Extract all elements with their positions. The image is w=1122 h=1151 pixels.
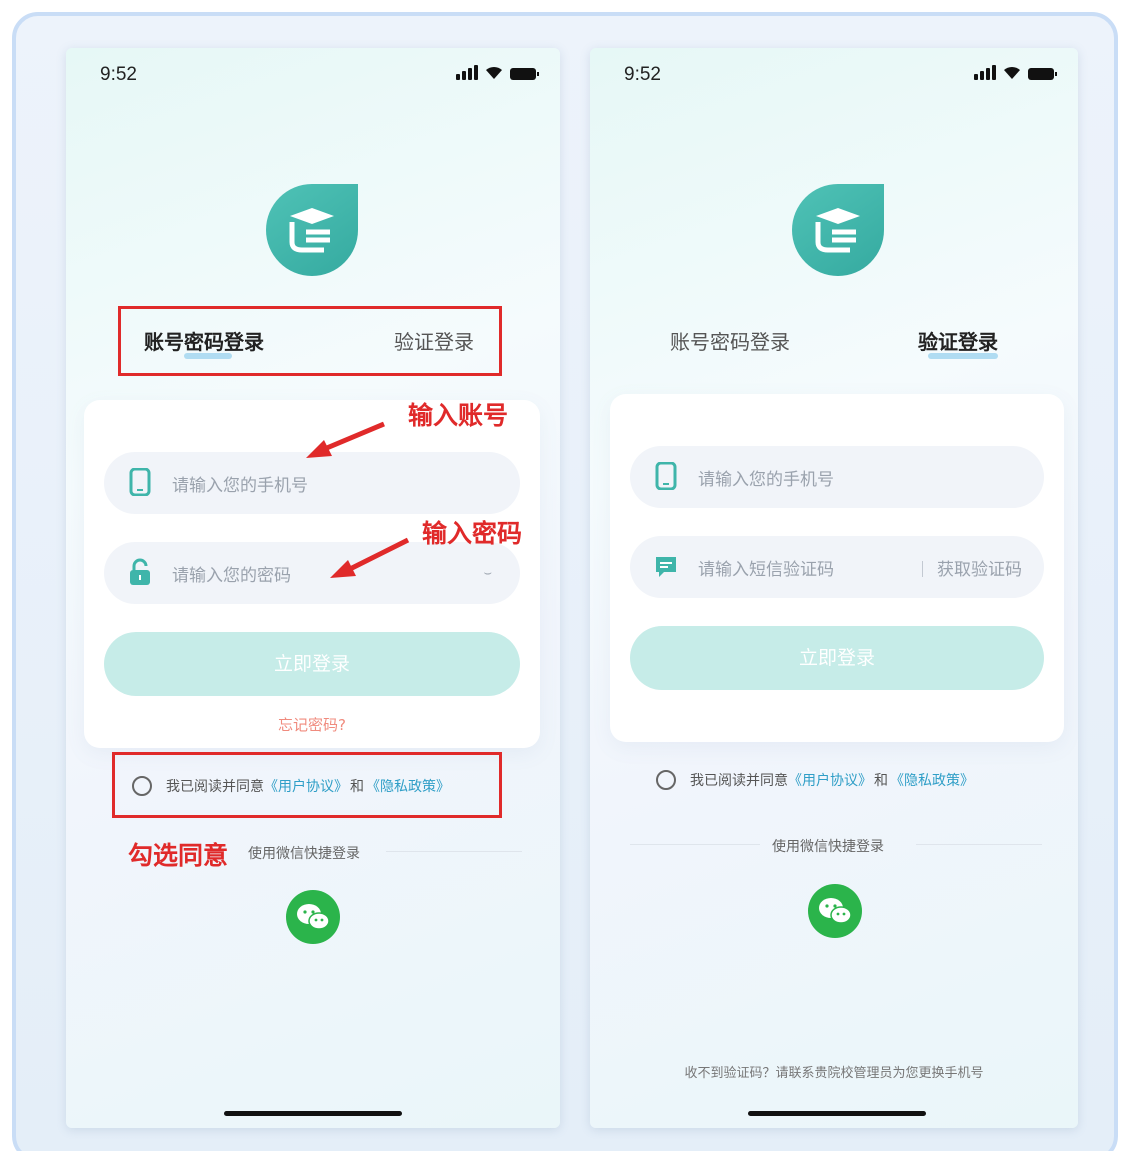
agreement-and: 和 — [874, 773, 888, 789]
tab-password-label: 账号密码登录 — [670, 330, 790, 354]
phone-icon — [655, 462, 677, 490]
phone-screen-password-login: 9:52 账号密码登录 验证登录 请输入您的手机号 请输入您的密码 ⌣ 立即登录… — [66, 48, 560, 1128]
status-icons — [456, 62, 539, 80]
sms-help-note: 收不到验证码？请联系贵院校管理员为您更换手机号 — [684, 1066, 984, 1081]
tab-verify-login[interactable]: 验证登录 — [918, 326, 998, 359]
tab-password-login[interactable]: 账号密码登录 — [670, 326, 790, 355]
verify-card: 请输入您的手机号 请输入短信验证码 获取验证码 立即登录 — [610, 394, 1064, 742]
agreement-row: 我已阅读并同意 《用户协议》 和 《隐私政策》 — [656, 770, 974, 790]
active-tab-indicator — [928, 353, 998, 359]
divider-right — [916, 844, 1042, 845]
phone-screen-verify-login: 9:52 账号密码登录 验证登录 请输入您的手机号 请输入短信验证码 获取验证码… — [590, 48, 1078, 1128]
sms-placeholder: 请输入短信验证码 — [698, 560, 834, 580]
home-indicator — [224, 1111, 402, 1116]
tab-verify-label: 验证登录 — [918, 330, 998, 354]
divider-right — [386, 851, 522, 852]
annotation-enter-password: 输入密码 — [422, 519, 523, 548]
password-input[interactable]: 请输入您的密码 ⌣ — [104, 542, 520, 604]
agree-checkbox[interactable] — [656, 770, 676, 790]
wechat-login-button[interactable] — [286, 890, 340, 944]
tabs-highlight-box — [118, 306, 502, 376]
annotation-check-agree: 勾选同意 — [128, 841, 229, 870]
app-logo-icon — [266, 184, 358, 276]
message-icon — [656, 557, 676, 577]
get-code-label: 获取验证码 — [937, 560, 1022, 580]
wifi-icon — [486, 66, 502, 79]
phone-placeholder: 请输入您的手机号 — [698, 470, 834, 490]
signal-icon — [974, 65, 996, 80]
arrow-to-account-icon — [306, 421, 385, 458]
eye-closed-icon[interactable]: ⌣ — [483, 566, 492, 581]
annotation-enter-account: 输入账号 — [408, 401, 509, 430]
battery-icon — [1028, 68, 1057, 80]
lock-icon — [130, 558, 150, 585]
wechat-login-label: 使用微信快捷登录 — [772, 839, 884, 855]
wifi-icon — [1004, 66, 1020, 79]
password-placeholder: 请输入您的密码 — [172, 566, 291, 586]
login-button[interactable]: 立即登录 — [104, 632, 520, 696]
sms-code-input[interactable]: 请输入短信验证码 获取验证码 — [630, 536, 1044, 598]
battery-icon — [510, 68, 539, 80]
privacy-policy-link[interactable]: 《隐私政策》 — [890, 770, 974, 790]
arrow-to-password-icon — [330, 537, 410, 578]
agreement-highlight-box — [112, 752, 502, 818]
divider-left — [630, 844, 760, 845]
wechat-login-button[interactable] — [808, 884, 862, 938]
wechat-icon — [297, 904, 330, 930]
phone-placeholder: 请输入您的手机号 — [172, 476, 308, 496]
forgot-password-link[interactable]: 忘记密码? — [84, 714, 540, 735]
user-agreement-link[interactable]: 《用户协议》 — [788, 770, 872, 790]
get-code-button[interactable]: 获取验证码 — [922, 555, 1022, 580]
wechat-icon — [819, 898, 852, 924]
status-icons — [974, 62, 1057, 80]
status-time: 9:52 — [100, 64, 137, 85]
phone-icon — [129, 468, 151, 496]
login-button[interactable]: 立即登录 — [630, 626, 1044, 690]
phone-input[interactable]: 请输入您的手机号 — [630, 446, 1044, 508]
signal-icon — [456, 65, 478, 80]
home-indicator — [748, 1111, 926, 1116]
app-logo-icon — [792, 184, 884, 276]
agreement-prefix: 我已阅读并同意 — [690, 773, 788, 789]
status-time: 9:52 — [624, 64, 661, 85]
wechat-login-label: 使用微信快捷登录 — [248, 846, 360, 862]
